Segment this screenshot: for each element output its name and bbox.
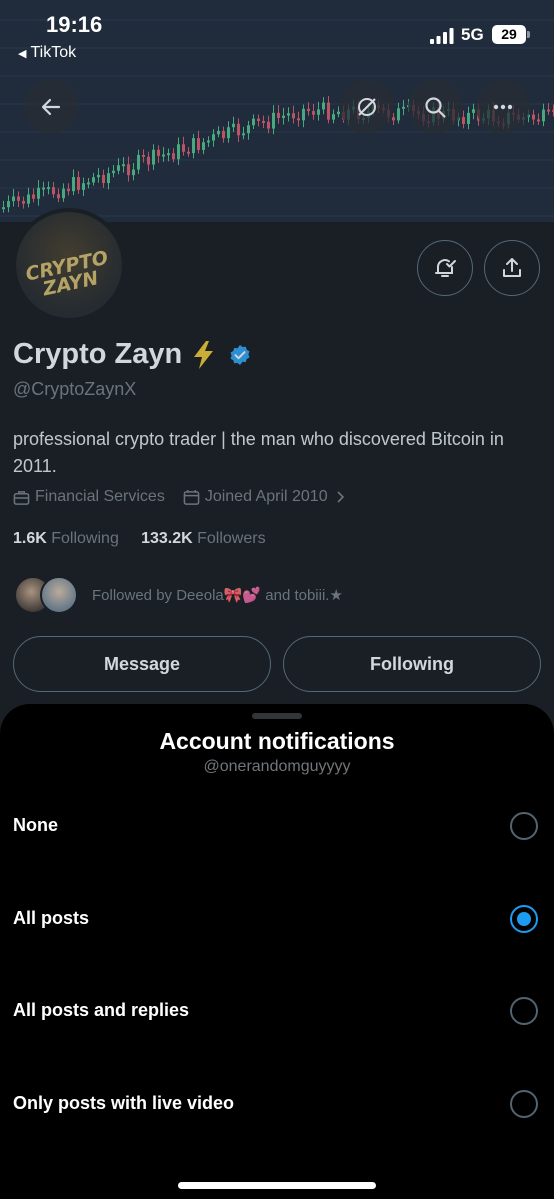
back-to-app-link[interactable]: ◀ TikTok [18, 44, 76, 62]
status-time: 19:16 [46, 12, 103, 37]
network-type: 5G [461, 25, 484, 44]
status-bar: 19:16 ◀ TikTok 5G 29 [0, 0, 554, 70]
battery-tip [527, 31, 530, 38]
option-label: All posts [13, 908, 90, 928]
sheet-subtitle: @onerandomguyyyy [203, 758, 351, 775]
back-triangle-icon: ◀ [18, 48, 27, 60]
sheet-title: Account notifications [159, 728, 395, 754]
radio-button[interactable] [510, 1090, 538, 1118]
option-label: Only posts with live video [13, 1093, 235, 1113]
option-live-video[interactable]: Only posts with live video [0, 1073, 554, 1137]
cellular-signal-icon [430, 28, 454, 44]
account-notifications-sheet: Account notifications @onerandomguyyyy N… [0, 704, 554, 1199]
option-label: None [13, 815, 58, 835]
home-indicator [178, 1182, 376, 1189]
battery-icon: 29 [492, 25, 526, 44]
option-none[interactable]: None [0, 795, 554, 859]
sheet-grabber[interactable] [252, 713, 302, 719]
option-all-posts[interactable]: All posts [0, 888, 554, 952]
radio-button[interactable] [510, 905, 538, 933]
option-all-posts-and-replies[interactable]: All posts and replies [0, 980, 554, 1044]
radio-button[interactable] [510, 997, 538, 1025]
option-label: All posts and replies [13, 1000, 190, 1020]
radio-button[interactable] [510, 812, 538, 840]
